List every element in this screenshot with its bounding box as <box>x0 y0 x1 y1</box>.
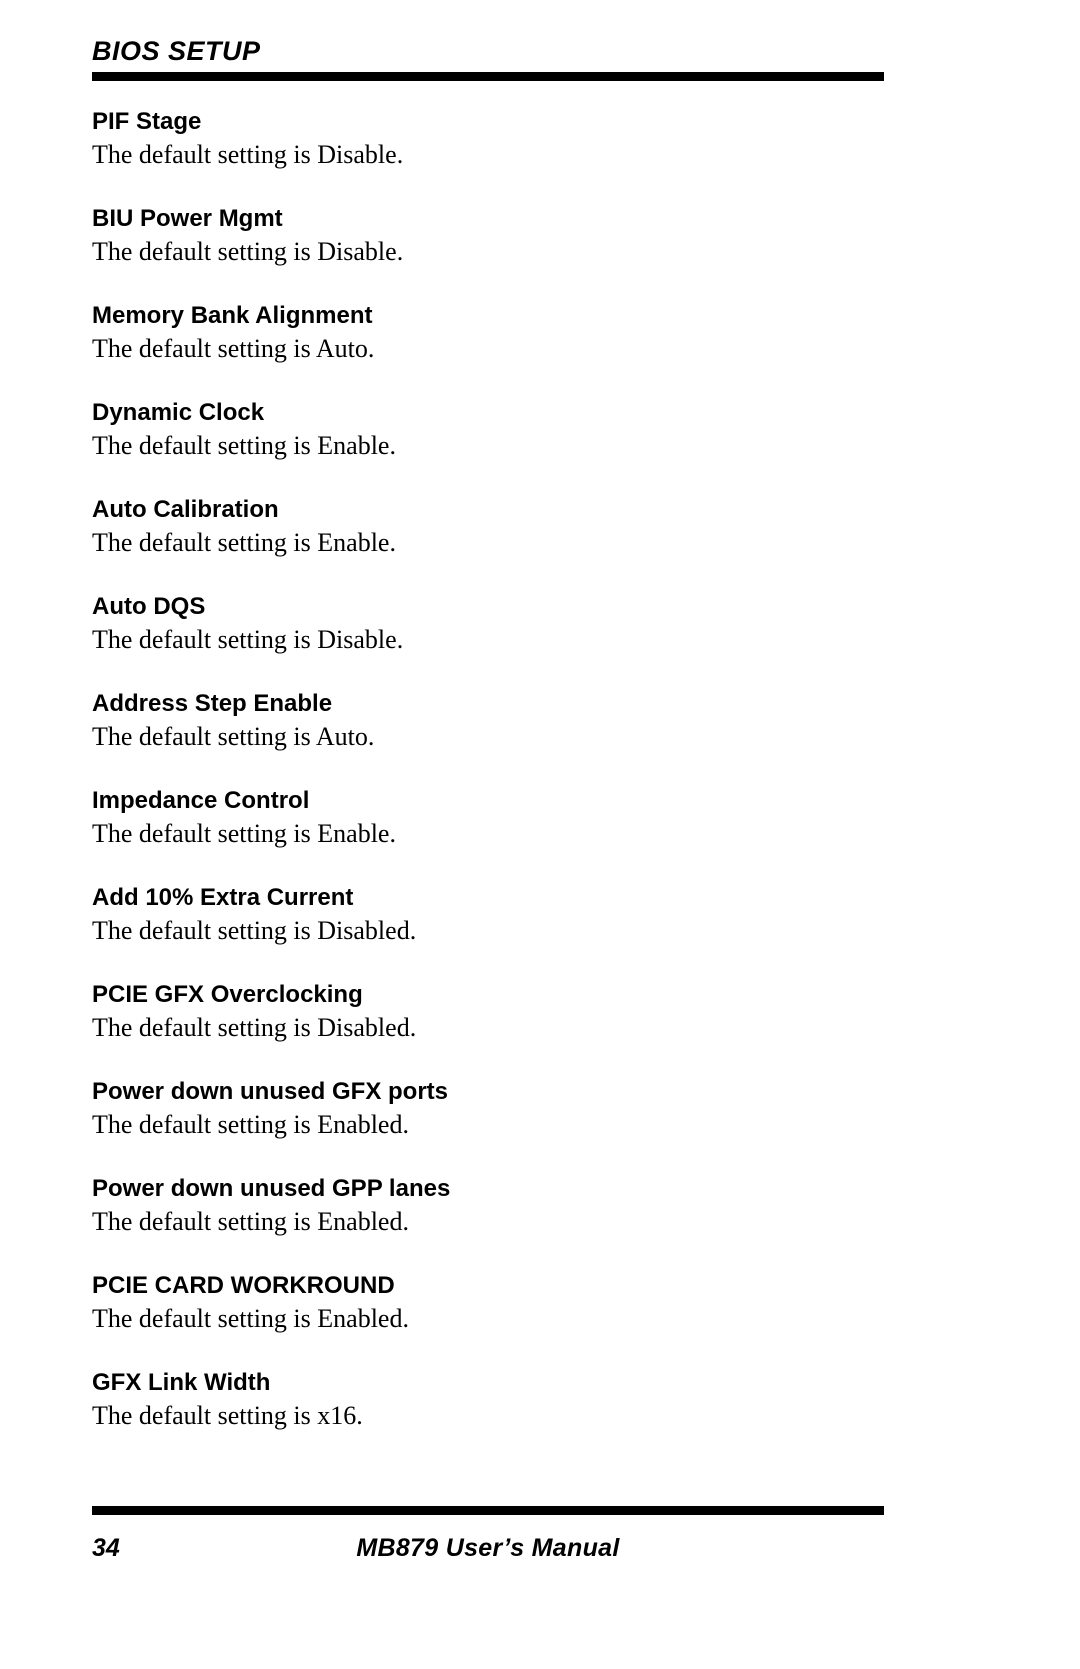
setting-section: Power down unused GFX ports The default s… <box>92 1076 952 1141</box>
setting-section: BIU Power Mgmt The default setting is Dis… <box>92 203 952 268</box>
setting-heading: GFX Link Width <box>92 1369 271 1396</box>
setting-heading: Impedance Control <box>92 787 310 814</box>
manual-page: BIOS SETUP PIF Stage The default setting … <box>0 0 1080 1669</box>
setting-section: Power down unused GPP lanes The default s… <box>92 1173 952 1238</box>
setting-heading: Memory Bank Alignment <box>92 302 373 329</box>
setting-default-description: The default setting is Disabled. <box>92 1013 417 1042</box>
setting-default-description: The default setting is Enable. <box>92 431 396 460</box>
setting-heading: Add 10% Extra Current <box>92 884 354 911</box>
setting-section: PCIE GFX Overclocking The default setting… <box>92 979 952 1044</box>
setting-section: Auto DQS The default setting is Disable. <box>92 591 952 656</box>
setting-heading: BIU Power Mgmt <box>92 205 283 232</box>
setting-heading: Power down unused GFX ports <box>92 1078 449 1105</box>
setting-section: Address Step Enable The default setting i… <box>92 688 952 753</box>
setting-heading: PCIE CARD WORKROUND <box>92 1272 395 1299</box>
setting-default-description: The default setting is Disable. <box>92 140 404 169</box>
setting-heading: Power down unused GPP lanes <box>92 1175 451 1202</box>
setting-default-description: The default setting is Disable. <box>92 625 404 654</box>
setting-section: PCIE CARD WORKROUND The default setting i… <box>92 1270 952 1335</box>
setting-section: Impedance Control The default setting is … <box>92 785 952 850</box>
settings-list: PIF Stage The default setting is Disable.… <box>92 106 952 1432</box>
footer-manual-title: MB879 User’s Manual <box>356 1534 620 1562</box>
setting-default-description: The default setting is Disable. <box>92 237 404 266</box>
setting-heading: PCIE GFX Overclocking <box>92 981 363 1008</box>
setting-default-description: The default setting is Enabled. <box>92 1304 409 1333</box>
setting-heading: Address Step Enable <box>92 690 333 717</box>
header-divider-rule <box>92 72 884 81</box>
setting-default-description: The default setting is Auto. <box>92 722 375 751</box>
setting-section: PIF Stage The default setting is Disable. <box>92 106 952 171</box>
setting-default-description: The default setting is Enable. <box>92 528 396 557</box>
setting-default-description: The default setting is x16. <box>92 1401 363 1430</box>
setting-heading: Auto DQS <box>92 593 206 620</box>
setting-section: Auto Calibration The default setting is E… <box>92 494 952 559</box>
setting-heading: Dynamic Clock <box>92 399 265 426</box>
setting-section: Dynamic Clock The default setting is Enab… <box>92 397 952 462</box>
setting-heading: Auto Calibration <box>92 496 279 523</box>
footer-divider-rule <box>92 1506 884 1515</box>
page-header: BIOS SETUP <box>92 38 884 65</box>
setting-heading: PIF Stage <box>92 108 202 135</box>
setting-section: GFX Link Width The default setting is x16… <box>92 1367 952 1432</box>
page-header-title: BIOS SETUP <box>92 36 261 66</box>
setting-default-description: The default setting is Enabled. <box>92 1110 409 1139</box>
setting-section: Add 10% Extra Current The default setting… <box>92 882 952 947</box>
setting-section: Memory Bank Alignment The default setting… <box>92 300 952 365</box>
setting-default-description: The default setting is Disabled. <box>92 916 417 945</box>
setting-default-description: The default setting is Auto. <box>92 334 375 363</box>
page-footer: 34 MB879 User’s Manual <box>92 1532 884 1572</box>
setting-default-description: The default setting is Enabled. <box>92 1207 409 1236</box>
setting-default-description: The default setting is Enable. <box>92 819 396 848</box>
